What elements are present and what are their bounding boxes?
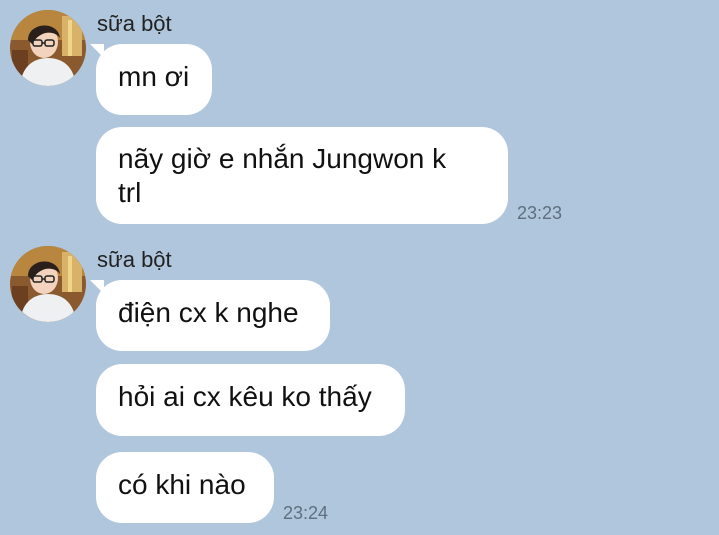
message-bubble[interactable]: nãy giờ e nhắn Jungwon k trl — [96, 127, 508, 224]
sender-name: sữa bột — [97, 247, 172, 272]
message-timestamp: 23:23 — [517, 203, 563, 223]
message-bubble[interactable]: mn ơi — [96, 44, 212, 115]
message-bubble[interactable]: có khi nào — [96, 452, 274, 523]
sender-avatar[interactable] — [10, 246, 86, 322]
message-bubble[interactable]: điện cx k nghe — [96, 280, 330, 351]
avatar-photo-icon — [10, 246, 86, 322]
message-timestamp: 23:24 — [283, 503, 329, 523]
sender-avatar[interactable] — [10, 10, 86, 86]
avatar-photo-icon — [10, 10, 86, 86]
sender-name: sữa bột — [97, 11, 172, 36]
message-bubble[interactable]: hỏi ai cx kêu ko thấy — [96, 364, 405, 436]
